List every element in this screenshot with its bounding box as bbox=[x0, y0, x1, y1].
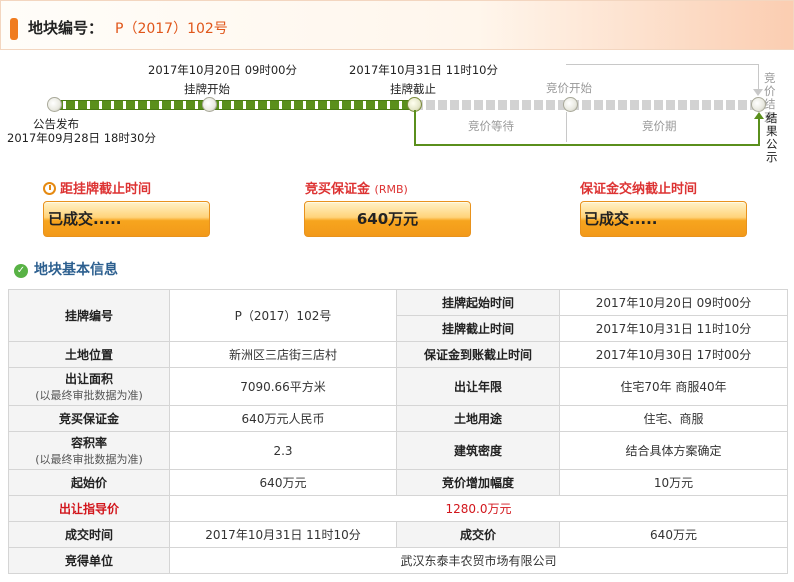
table-row: 容积率 (以最终审批数据为准) 2.3 建筑密度 结合具体方案确定 bbox=[8, 431, 788, 470]
bid-wait-label: 竞价等待 bbox=[468, 119, 514, 133]
listing-start: 2017年10月20日 09时00分 bbox=[559, 289, 788, 316]
land-area: 7090.66平方米 bbox=[169, 367, 397, 406]
check-circle-icon: ✓ bbox=[14, 264, 28, 278]
start-price: 640万元 bbox=[169, 469, 397, 496]
elapsed-track bbox=[54, 100, 414, 110]
bid-period-label: 竞价期 bbox=[642, 119, 677, 133]
listing-end: 2017年10月31日 11时10分 bbox=[559, 315, 788, 342]
bid-end-arrow-icon bbox=[753, 89, 763, 96]
deposit-currency: (RMB) bbox=[374, 183, 408, 196]
deal-price: 640万元 bbox=[559, 521, 788, 548]
countdown-value: 已成交..... bbox=[43, 201, 210, 237]
winning-bidder: 武汉东泰丰农贸市场有限公司 bbox=[169, 547, 788, 574]
plot-info-table: 挂牌编号 P（2017）102号 挂牌起始时间 2017年10月20日 09时0… bbox=[8, 289, 788, 574]
table-row: 起始价 640万元 竞价增加幅度 10万元 bbox=[8, 469, 788, 496]
listing-start-time: 2017年10月20日 09时00分 bbox=[148, 63, 297, 77]
listing-no: P（2017）102号 bbox=[169, 289, 397, 342]
land-use: 住宅、商服 bbox=[559, 405, 788, 432]
floor-area-ratio: 2.3 bbox=[169, 431, 397, 470]
alarm-clock-icon bbox=[43, 182, 56, 195]
countdown-listing-end: 距挂牌截止时间 已成交..... bbox=[43, 178, 210, 237]
bid-deposit: 640万元人民币 bbox=[169, 405, 397, 432]
announce-node bbox=[47, 97, 62, 112]
building-density: 结合具体方案确定 bbox=[559, 431, 788, 470]
countdown-deposit: 竞买保证金 (RMB) 640万元 bbox=[304, 178, 471, 237]
land-location: 新洲区三店街三店村 bbox=[169, 341, 397, 368]
result-arrow-icon bbox=[754, 112, 764, 119]
announce-time: 2017年09月28日 18时30分 bbox=[7, 131, 156, 145]
table-row: 挂牌编号 P（2017）102号 挂牌起始时间 2017年10月20日 09时0… bbox=[8, 289, 788, 342]
pending-track bbox=[414, 100, 759, 110]
land-term: 住宅70年 商服40年 bbox=[559, 367, 788, 406]
listing-end-time: 2017年10月31日 11时10分 bbox=[349, 63, 498, 77]
auction-timeline: 2017年10月20日 09时00分 挂牌开始 2017年10月31日 11时1… bbox=[0, 56, 794, 168]
plot-number-value: P（2017）102号 bbox=[115, 21, 228, 37]
bid-start-label: 竞价开始 bbox=[546, 81, 592, 95]
guide-price: 1280.0万元 bbox=[169, 495, 788, 522]
plot-header: 地块编号： P（2017）102号 bbox=[0, 0, 794, 50]
deposit-deadline: 2017年10月30日 17时00分 bbox=[559, 341, 788, 368]
table-row: 竞得单位 武汉东泰丰农贸市场有限公司 bbox=[8, 547, 788, 574]
table-row: 成交时间 2017年10月31日 11时10分 成交价 640万元 bbox=[8, 521, 788, 548]
result-label: 结果公示 bbox=[766, 111, 778, 164]
header-accent-bar bbox=[10, 18, 18, 40]
listing-start-node bbox=[202, 97, 217, 112]
bid-increment: 10万元 bbox=[559, 469, 788, 496]
table-row: 竞买保证金 640万元人民币 土地用途 住宅、商服 bbox=[8, 405, 788, 432]
table-row: 出让指导价 1280.0万元 bbox=[8, 495, 788, 522]
deposit-deadline-title: 保证金交纳截止时间 bbox=[580, 182, 698, 197]
table-row: 土地位置 新洲区三店街三店村 保证金到账截止时间 2017年10月30日 17时… bbox=[8, 341, 788, 368]
table-row: 出让面积 (以最终审批数据为准) 7090.66平方米 出让年限 住宅70年 商服… bbox=[8, 367, 788, 406]
deposit-deadline-value: 已成交..... bbox=[580, 201, 747, 237]
deposit-title: 竞买保证金 bbox=[305, 182, 371, 197]
result-node bbox=[751, 97, 766, 112]
countdown-deposit-deadline: 保证金交纳截止时间 已成交..... bbox=[580, 178, 747, 237]
listing-start-label: 挂牌开始 bbox=[184, 82, 230, 96]
bid-start-node bbox=[563, 97, 578, 112]
listing-end-label: 挂牌截止 bbox=[390, 82, 436, 96]
section-title: ✓ 地块基本信息 bbox=[14, 259, 118, 279]
deposit-value: 640万元 bbox=[304, 201, 471, 237]
plot-number-label: 地块编号： bbox=[28, 19, 104, 37]
deal-time: 2017年10月31日 11时10分 bbox=[169, 521, 397, 548]
countdown-title: 距挂牌截止时间 bbox=[60, 182, 152, 197]
